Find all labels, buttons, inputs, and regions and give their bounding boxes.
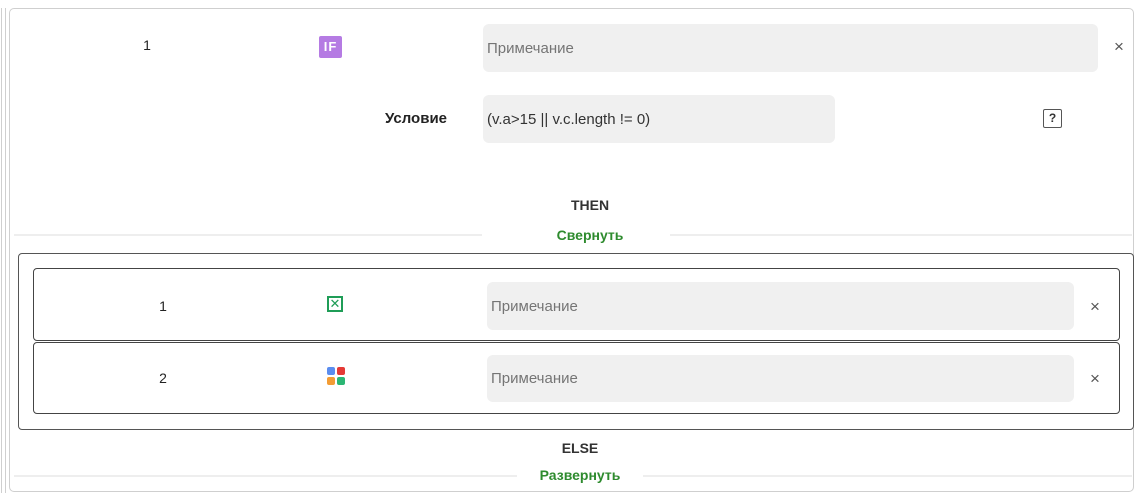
then-row-1-number: 1 xyxy=(159,298,167,314)
if-remove-button[interactable]: × xyxy=(1109,37,1129,57)
if-block-number: 1 xyxy=(143,37,151,53)
if-note-input[interactable] xyxy=(483,24,1098,72)
calculator-icon xyxy=(327,367,345,385)
excel-x-icon: ✕ xyxy=(327,296,343,312)
then-divider-left xyxy=(14,234,482,236)
then-row-2-note-input[interactable] xyxy=(487,355,1074,402)
condition-label: Условие xyxy=(385,110,448,127)
then-collapse-link[interactable]: Свернуть xyxy=(525,227,655,243)
then-row-2-remove-button[interactable]: × xyxy=(1085,369,1105,389)
then-divider-right xyxy=(670,234,1132,236)
else-expand-link[interactable]: Развернуть xyxy=(517,467,643,483)
help-icon[interactable]: ? xyxy=(1043,109,1062,128)
else-label: ELSE xyxy=(561,440,599,456)
condition-input[interactable] xyxy=(483,95,835,143)
then-row-2-number: 2 xyxy=(159,370,167,386)
then-row-1-remove-button[interactable]: × xyxy=(1085,297,1105,317)
then-label: THEN xyxy=(570,197,610,213)
if-badge-icon: IF xyxy=(319,36,342,58)
then-row-1-note-input[interactable] xyxy=(487,282,1074,330)
